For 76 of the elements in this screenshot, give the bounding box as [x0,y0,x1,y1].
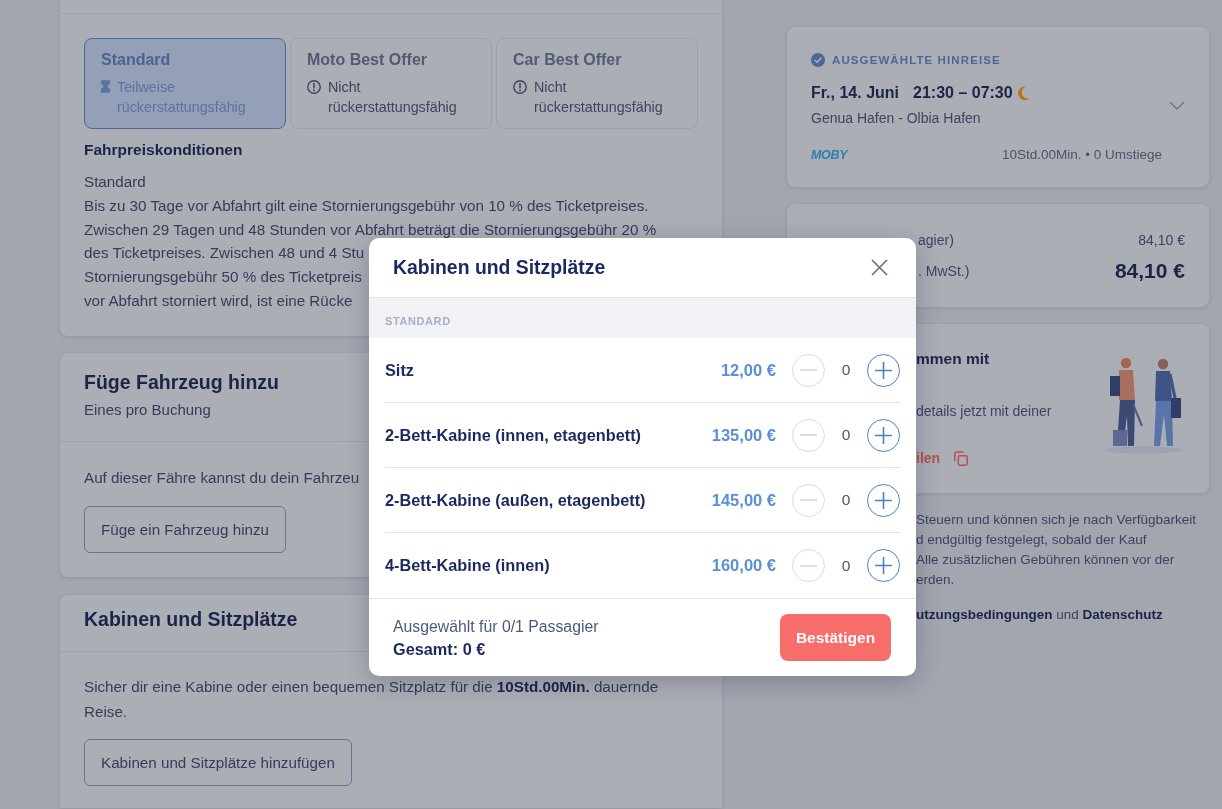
conditions-text-line: Standard [84,173,146,191]
section-text: Auf dieser Fähre kannst du dein Fahrzeu [84,468,360,489]
trip-label: AUSGEWÄHLTE HINREISE [832,53,1001,68]
price-note: Steuern und können sich je nach Verfügbarkeit d endgültig festgelegt, sobald der Kauf Alle zusätzlichen Gebühren können vor der erden. [916,511,1196,589]
legal-notice: utzungsbedingungen und Datenschutz [916,606,1163,624]
price-amount: 84,10 € [1138,231,1185,250]
quantity-value: 0 [840,360,852,381]
alert-circle-icon [307,80,321,94]
legal-link[interactable]: utzungsbedingungen [916,607,1053,622]
cabin-name: 2-Bett-Kabine (innen, etagenbett) [385,424,641,446]
ticket-icon [101,80,110,93]
add-vehicle-button[interactable]: Füge ein Fahrzeug hinzu [84,506,286,554]
check-circle-icon [811,53,825,67]
increase-button[interactable] [867,549,900,582]
close-icon [870,259,888,276]
price-label: agier) [918,231,954,250]
increase-button[interactable] [867,483,900,517]
fare-option[interactable]: Standard Teilweise rückerstattungsfähig [84,38,286,129]
increase-button[interactable] [867,353,900,387]
legal-link[interactable]: Datenschutz [1082,607,1163,622]
section-title: Füge Fahrzeug hinzu [84,370,279,395]
conditions-text-line: Stornierungsgebühr 50 % des Ticketpreis [84,268,362,286]
selection-status: Ausgewählt für 0/1 Passagier [393,616,599,637]
total-label: . MwSt.) [918,262,970,281]
section-subtitle: Eines pro Buchung [84,400,211,421]
close-button[interactable] [869,257,889,278]
cabin-price: 160,00 € [711,555,776,577]
conditions-heading: Fahrpreiskonditionen [84,140,243,160]
fare-option-title: Standard [101,50,171,70]
refund-condition: Nicht rückerstattungsfähig [534,78,664,117]
section-text: Sicher dir eine Kabine oder einen bequemen Sitzplatz für die 10Std.00Min. dauernde Reise. [84,677,660,723]
trip-times: 21:30 – 07:30 [913,83,1013,103]
dialog-title: Kabinen und Sitzplätze [393,254,606,280]
chevron-down-icon [1169,101,1185,110]
refund-condition: Teilweise rückerstattungsfähig [117,78,247,117]
cabin-price: 135,00 € [711,424,776,446]
minus-icon [800,564,817,567]
copy-icon [954,450,969,466]
trip-route: Genua Hafen - Olbia Hafen [811,109,981,128]
fare-option[interactable]: Moto Best Offer Nicht rückerstattungsfähig [290,38,492,129]
quantity-value: 0 [840,425,852,446]
fare-option-title: Moto Best Offer [307,50,427,70]
dialog-total: Gesamt: 0 € [393,638,486,660]
share-title: mmen mit [916,349,990,369]
cabin-price: 12,00 € [720,359,776,381]
cabin-price: 145,00 € [711,489,776,511]
plus-icon [875,557,892,574]
section-header: STANDARD [369,298,916,338]
plus-icon [875,491,892,509]
conditions-text-line: Zwischen 29 Tagen und 48 Stunden vor Abfahrt beträgt die Stornierungsgebühr 20 % [84,220,657,239]
refund-condition: Nicht rückerstattungsfähig [328,78,458,117]
trip-date: Fr., 14. Juni [811,83,900,103]
section-title: Kabinen und Sitzplätze [84,607,298,632]
cabin-name: 2-Bett-Kabine (außen, etagenbett) [385,489,646,511]
quantity-value: 0 [840,555,852,576]
plus-icon [875,361,892,379]
alert-circle-icon [513,80,527,94]
minus-icon [800,434,817,436]
confirm-button[interactable]: Bestätigen [780,614,891,661]
fare-option-title: Car Best Offer [513,50,622,70]
trip-duration: 10Std.00Min. • 0 Umstiege [1001,146,1162,164]
minus-icon [800,499,817,501]
cabin-name: 4-Bett-Kabine (innen) [385,555,550,577]
cabin-name: Sitz [385,359,414,381]
minus-icon [800,369,817,371]
plus-icon [875,426,892,444]
conditions-text-line: des Ticketpreises. Zwischen 48 und 4 Stu [84,244,365,262]
quantity-value: 0 [840,490,852,511]
total-amount: 84,10 € [1114,258,1185,284]
increase-button[interactable] [867,418,900,452]
conditions-text-line: Bis zu 30 Tage vor Abfahrt gilt eine Stornierungsgebühr von 10 % des Ticketpreises. [84,196,649,215]
add-cabins-button[interactable]: Kabinen und Sitzplätze hinzufügen [84,739,352,787]
share-text: details jetzt mit deiner [916,402,1052,421]
fare-option[interactable]: Car Best Offer Nicht rückerstattungsfähig [496,38,698,129]
conditions-text-line: vor Abfahrt storniert wird, ist eine Rücke [84,292,353,310]
operator-logo: MOBY [811,147,848,164]
